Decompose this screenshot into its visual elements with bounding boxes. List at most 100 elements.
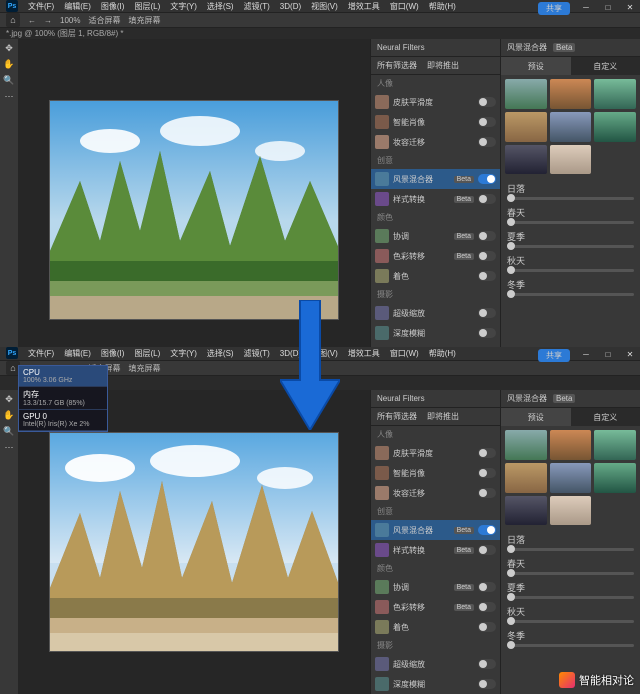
document-tab[interactable]: *.jpg @ 100% (图层 1, RGB/8#) * xyxy=(6,28,124,39)
minimize-button[interactable]: ─ xyxy=(576,347,596,361)
toggle[interactable] xyxy=(478,448,496,458)
preset-thumb[interactable] xyxy=(550,79,592,109)
hand-tool-icon[interactable]: ✋ xyxy=(2,408,16,422)
preset-thumb[interactable] xyxy=(505,463,547,493)
rp-tab-presets[interactable]: 预设 xyxy=(501,57,571,75)
menu-type[interactable]: 文字(Y) xyxy=(170,1,197,12)
slider[interactable] xyxy=(507,245,634,248)
share-button[interactable]: 共享 xyxy=(538,2,570,15)
menu-window[interactable]: 窗口(W) xyxy=(390,1,419,12)
menu-filter[interactable]: 滤镜(T) xyxy=(244,1,270,12)
slider[interactable] xyxy=(507,197,634,200)
preset-thumb[interactable] xyxy=(505,145,547,175)
nf-tab-upcoming[interactable]: 即将推出 xyxy=(427,60,459,71)
preset-thumb[interactable] xyxy=(550,145,592,175)
nf-tab-all[interactable]: 所有筛选器 xyxy=(377,411,417,422)
toggle[interactable] xyxy=(478,659,496,669)
toggle[interactable] xyxy=(478,251,496,261)
menu-file[interactable]: 文件(F) xyxy=(28,1,54,12)
share-button[interactable]: 共享 xyxy=(538,349,570,362)
toggle[interactable] xyxy=(478,308,496,318)
menu-help[interactable]: 帮助(H) xyxy=(429,1,456,12)
close-button[interactable]: ✕ xyxy=(620,0,640,14)
preset-thumb[interactable] xyxy=(594,79,636,109)
more-tools-icon[interactable]: ⋯ xyxy=(2,89,16,103)
fill-screen[interactable]: 填充屏幕 xyxy=(128,15,160,26)
maximize-button[interactable]: □ xyxy=(598,347,618,361)
nf-tab-upcoming[interactable]: 即将推出 xyxy=(427,411,459,422)
arrow-right-icon[interactable]: → xyxy=(44,16,52,25)
zoom-tool-icon[interactable]: 🔍 xyxy=(2,73,16,87)
menu-view[interactable]: 视图(V) xyxy=(311,1,338,12)
preset-thumb[interactable] xyxy=(550,430,592,460)
menu-plugins[interactable]: 增效工具 xyxy=(348,1,380,12)
toggle[interactable] xyxy=(478,468,496,478)
menu-image[interactable]: 图像(I) xyxy=(101,348,125,359)
menu-select[interactable]: 选择(S) xyxy=(207,348,234,359)
toggle[interactable] xyxy=(478,174,496,184)
menu-help[interactable]: 帮助(H) xyxy=(429,348,456,359)
toggle[interactable] xyxy=(478,488,496,498)
preset-thumb[interactable] xyxy=(594,463,636,493)
menu-layer[interactable]: 图层(L) xyxy=(134,348,160,359)
toggle[interactable] xyxy=(478,622,496,632)
zoom-tool-icon[interactable]: 🔍 xyxy=(2,424,16,438)
toggle[interactable] xyxy=(478,545,496,555)
fill-screen[interactable]: 填充屏幕 xyxy=(128,363,160,374)
toggle[interactable] xyxy=(478,231,496,241)
home-icon[interactable]: ⌂ xyxy=(6,13,20,27)
preset-thumb[interactable] xyxy=(505,112,547,142)
toggle[interactable] xyxy=(478,97,496,107)
slider[interactable] xyxy=(507,221,634,224)
rp-tab-custom[interactable]: 自定义 xyxy=(571,408,640,426)
toggle[interactable] xyxy=(478,582,496,592)
toggle[interactable] xyxy=(478,271,496,281)
menu-image[interactable]: 图像(I) xyxy=(101,1,125,12)
toggle[interactable] xyxy=(478,602,496,612)
slider[interactable] xyxy=(507,269,634,272)
menu-type[interactable]: 文字(Y) xyxy=(170,348,197,359)
menu-file[interactable]: 文件(F) xyxy=(28,348,54,359)
toggle[interactable] xyxy=(478,328,496,338)
slider[interactable] xyxy=(507,644,634,647)
slider[interactable] xyxy=(507,596,634,599)
fit-screen[interactable]: 适合屏幕 xyxy=(88,15,120,26)
slider[interactable] xyxy=(507,293,634,296)
menu-filter[interactable]: 滤镜(T) xyxy=(244,348,270,359)
toggle[interactable] xyxy=(478,117,496,127)
preset-thumb[interactable] xyxy=(550,463,592,493)
move-tool-icon[interactable]: ✥ xyxy=(2,41,16,55)
zoom-value[interactable]: 100% xyxy=(60,16,80,25)
slider[interactable] xyxy=(507,572,634,575)
slider[interactable] xyxy=(507,620,634,623)
preset-thumb[interactable] xyxy=(550,112,592,142)
preset-thumb[interactable] xyxy=(505,79,547,109)
rp-tab-presets[interactable]: 预设 xyxy=(501,408,571,426)
preset-thumb[interactable] xyxy=(550,496,592,526)
menu-plugins[interactable]: 增效工具 xyxy=(348,348,380,359)
move-tool-icon[interactable]: ✥ xyxy=(2,392,16,406)
toggle[interactable] xyxy=(478,525,496,535)
hand-tool-icon[interactable]: ✋ xyxy=(2,57,16,71)
maximize-button[interactable]: □ xyxy=(598,0,618,14)
close-button[interactable]: ✕ xyxy=(620,347,640,361)
preset-thumb[interactable] xyxy=(505,430,547,460)
rp-tab-custom[interactable]: 自定义 xyxy=(571,57,640,75)
toggle[interactable] xyxy=(478,137,496,147)
preset-thumb[interactable] xyxy=(505,496,547,526)
more-tools-icon[interactable]: ⋯ xyxy=(2,440,16,454)
menu-window[interactable]: 窗口(W) xyxy=(390,348,419,359)
menu-layer[interactable]: 图层(L) xyxy=(134,1,160,12)
arrow-left-icon[interactable]: ← xyxy=(28,16,36,25)
menu-select[interactable]: 选择(S) xyxy=(207,1,234,12)
menu-edit[interactable]: 编辑(E) xyxy=(64,1,91,12)
preset-thumb[interactable] xyxy=(594,430,636,460)
canvas-image-before[interactable] xyxy=(49,100,339,320)
canvas-image-after[interactable] xyxy=(49,432,339,652)
nf-tab-all[interactable]: 所有筛选器 xyxy=(377,60,417,71)
toggle[interactable] xyxy=(478,194,496,204)
preset-thumb[interactable] xyxy=(594,112,636,142)
minimize-button[interactable]: ─ xyxy=(576,0,596,14)
menu-edit[interactable]: 编辑(E) xyxy=(64,348,91,359)
slider[interactable] xyxy=(507,548,634,551)
